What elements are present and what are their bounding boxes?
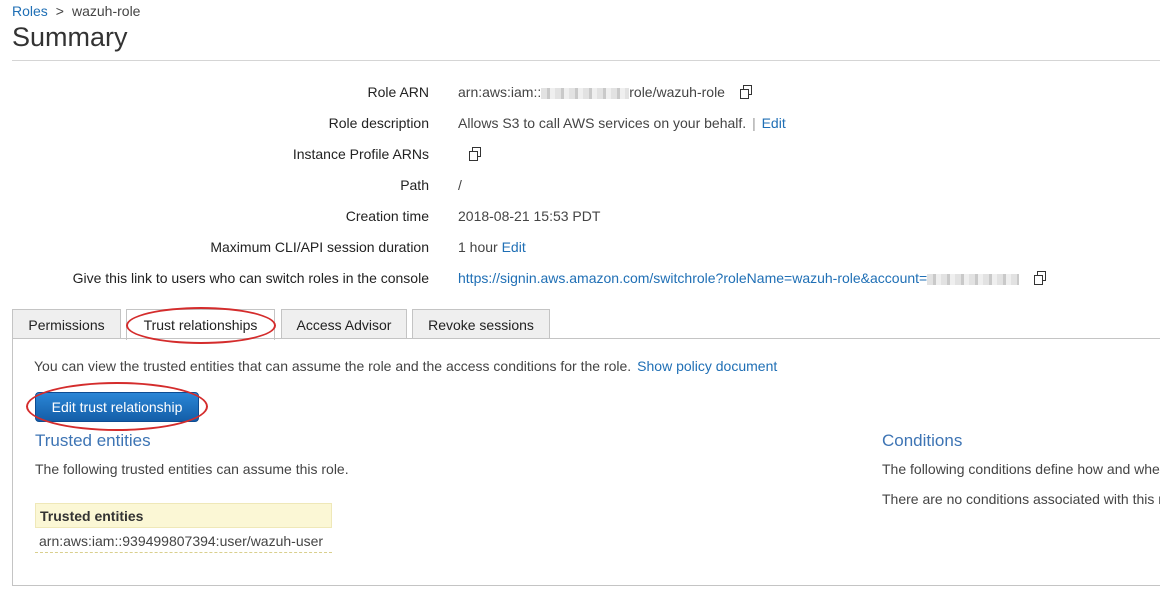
switch-role-url: https://signin.aws.amazon.com/switchrole… xyxy=(458,270,928,287)
role-arn-suffix: role/wazuh-role xyxy=(629,84,725,101)
intro-description: You can view the trusted entities that c… xyxy=(34,358,632,374)
pipe-separator: | xyxy=(752,115,756,131)
tab-access-advisor[interactable]: Access Advisor xyxy=(281,309,407,339)
instance-profile-label: Instance Profile ARNs xyxy=(292,146,429,162)
trusted-entities-table: Trusted entities arn:aws:iam::9394998073… xyxy=(35,503,332,553)
summary-row-role-description: Role description Allows S3 to call AWS s… xyxy=(0,109,1160,140)
summary-section: Role ARN arn:aws:iam:: role/wazuh-role Ro… xyxy=(0,78,1160,295)
breadcrumb-roles-link[interactable]: Roles xyxy=(12,3,48,19)
summary-row-path: Path / xyxy=(0,171,1160,202)
redacted-account-id xyxy=(927,274,1020,285)
trusted-entities-title: Trusted entities xyxy=(35,431,151,450)
edit-description-link[interactable]: Edit xyxy=(762,115,786,131)
breadcrumb: Roles > wazuh-role xyxy=(12,3,140,19)
role-arn-label: Role ARN xyxy=(367,84,429,100)
title-divider xyxy=(12,60,1160,61)
conditions-empty-text: There are no conditions associated with … xyxy=(882,491,1160,507)
tab-permissions[interactable]: Permissions xyxy=(12,309,121,339)
max-session-label: Maximum CLI/API session duration xyxy=(210,239,429,255)
breadcrumb-current: wazuh-role xyxy=(71,3,141,19)
creation-time-label: Creation time xyxy=(345,208,429,224)
role-arn-value: arn:aws:iam:: role/wazuh-role xyxy=(458,84,755,103)
conditions-title: Conditions xyxy=(882,431,963,450)
breadcrumb-separator: > xyxy=(55,3,64,19)
role-description-label: Role description xyxy=(328,115,429,131)
trusted-entities-description: The following trusted entities can assum… xyxy=(35,461,349,477)
table-row: arn:aws:iam::939499807394:user/wazuh-use… xyxy=(35,528,332,553)
copy-icon[interactable] xyxy=(739,84,755,103)
role-description-text: Allows S3 to call AWS services on your b… xyxy=(458,115,747,131)
tab-trust-relationships[interactable]: Trust relationships xyxy=(126,309,275,340)
copy-icon[interactable] xyxy=(468,146,484,165)
switch-link-label: Give this link to users who can switch r… xyxy=(72,270,429,286)
edit-trust-relationship-button[interactable]: Edit trust relationship xyxy=(35,392,199,422)
copy-icon[interactable] xyxy=(1033,270,1049,289)
summary-row-max-session: Maximum CLI/API session duration 1 hour … xyxy=(0,233,1160,264)
summary-row-instance-profile: Instance Profile ARNs xyxy=(0,140,1160,171)
trust-relationships-panel: You can view the trusted entities that c… xyxy=(12,338,1160,586)
summary-row-creation-time: Creation time 2018-08-21 15:53 PDT xyxy=(0,202,1160,233)
role-arn-prefix: arn:aws:iam:: xyxy=(458,84,542,101)
page-title: Summary xyxy=(12,22,128,52)
switch-role-link[interactable]: https://signin.aws.amazon.com/switchrole… xyxy=(458,270,1020,287)
conditions-description: The following conditions define how and … xyxy=(882,461,1160,477)
switch-link-value: https://signin.aws.amazon.com/switchrole… xyxy=(458,270,1049,289)
max-session-value: 1 hour Edit xyxy=(458,239,526,255)
summary-row-switch-link: Give this link to users who can switch r… xyxy=(0,264,1160,295)
tab-revoke-sessions[interactable]: Revoke sessions xyxy=(412,309,550,339)
creation-time-value: 2018-08-21 15:53 PDT xyxy=(458,208,601,224)
instance-profile-value xyxy=(458,146,484,165)
intro-text: You can view the trusted entities that c… xyxy=(34,358,777,374)
redacted-account-id xyxy=(541,88,630,99)
table-header: Trusted entities xyxy=(35,503,332,528)
role-description-value: Allows S3 to call AWS services on your b… xyxy=(458,115,786,131)
edit-session-link[interactable]: Edit xyxy=(502,239,526,255)
max-session-text: 1 hour xyxy=(458,239,498,255)
show-policy-document-link[interactable]: Show policy document xyxy=(637,358,777,374)
summary-row-role-arn: Role ARN arn:aws:iam:: role/wazuh-role xyxy=(0,78,1160,109)
path-value: / xyxy=(458,177,462,193)
path-label: Path xyxy=(400,177,429,193)
